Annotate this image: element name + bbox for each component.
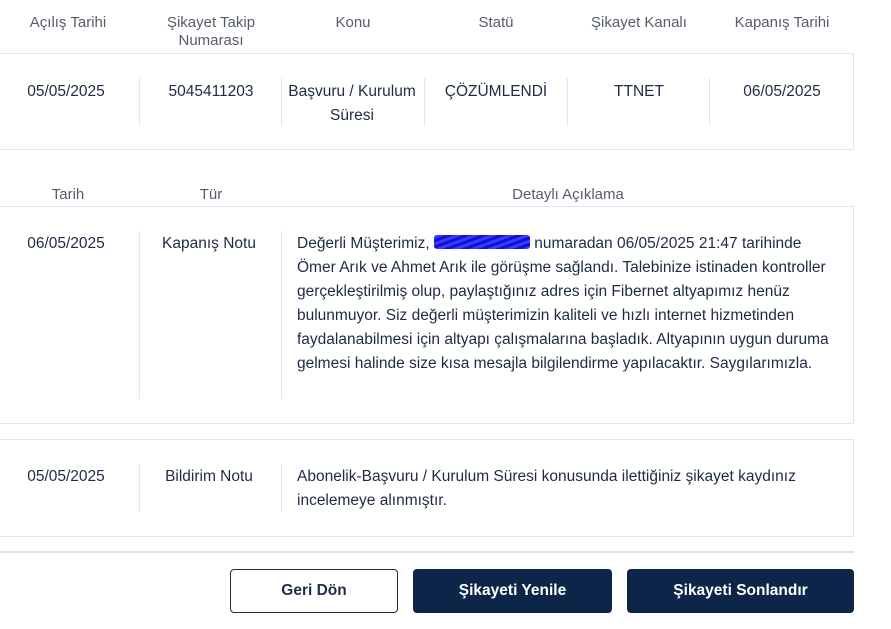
summary-row: 05/05/2025 5045411203 Başvuru / Kurulum … — [0, 53, 854, 150]
header-detail: Detaylı Açıklama — [512, 186, 624, 203]
channel: TTNET — [614, 83, 664, 100]
column-divider — [139, 78, 140, 126]
header-opening-date: Açılış Tarihi — [29, 14, 107, 31]
opening-date: 05/05/2025 — [27, 83, 105, 100]
note-type: Kapanış Notu — [162, 235, 256, 252]
status-text: ÇÖZÜMLENDİ — [444, 83, 548, 100]
header-channel: Şikayet Kanalı — [591, 14, 687, 31]
note-date: 06/05/2025 — [27, 235, 105, 252]
column-divider — [139, 231, 140, 399]
column-divider — [281, 464, 282, 512]
note-description-body: numaradan 06/05/2025 21:47 tarihinde Öme… — [297, 235, 829, 372]
note-type: Bildirim Notu — [165, 468, 253, 485]
note-date: 05/05/2025 — [27, 468, 105, 485]
close-complaint-button[interactable]: Şikayeti Sonlandır — [627, 569, 854, 613]
section-divider — [0, 551, 854, 553]
back-button[interactable]: Geri Dön — [230, 569, 398, 613]
notes-table-header: Tarih Tür Detaylı Açıklama — [0, 186, 854, 206]
note-description: Abonelik-Başvuru / Kurulum Süresi konusu… — [297, 468, 796, 509]
column-divider — [281, 78, 282, 126]
redacted-number-mark — [433, 235, 530, 249]
note-row: 05/05/2025 Bildirim Notu Abonelik-Başvur… — [0, 439, 854, 537]
note-row: 06/05/2025 Kapanış Notu Değerli Müşterim… — [0, 206, 854, 424]
note-description: Değerli Müşterimiz, numaradan 06/05/2025… — [297, 232, 842, 376]
header-date: Tarih — [51, 186, 85, 203]
header-subject: Konu — [335, 14, 371, 31]
renew-complaint-button[interactable]: Şikayeti Yenile — [413, 569, 612, 613]
header-status: Statü — [478, 14, 514, 31]
header-type: Tür — [199, 186, 223, 203]
column-divider — [567, 78, 568, 126]
subject: Başvuru / Kurulum Süresi — [288, 83, 416, 124]
column-divider — [281, 231, 282, 399]
header-tracking-number: Şikayet Takip Numarası — [166, 14, 256, 49]
complaint-detail-page: Açılış Tarihi Şikayet Takip Numarası Kon… — [0, 0, 891, 629]
header-closing-date: Kapanış Tarihi — [734, 14, 830, 31]
column-divider — [709, 78, 710, 126]
closing-date: 06/05/2025 — [743, 83, 821, 100]
tracking-number: 5045411203 — [168, 83, 254, 100]
column-divider — [424, 78, 425, 126]
note-description-prefix: Değerli Müşterimiz, — [297, 235, 434, 252]
summary-table-header: Açılış Tarihi Şikayet Takip Numarası Kon… — [0, 14, 854, 54]
